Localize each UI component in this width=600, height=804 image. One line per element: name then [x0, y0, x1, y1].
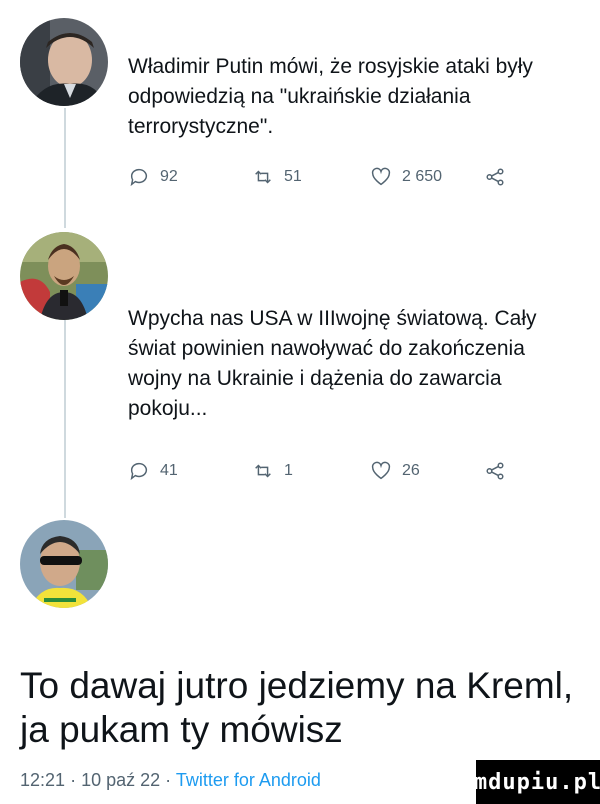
reply-text: To dawaj jutro jedziemy na Kreml, ja puk… [20, 665, 574, 750]
like-count: 2 650 [402, 168, 443, 185]
retweet-button[interactable]: 1 [252, 456, 293, 486]
retweet-icon [255, 464, 271, 478]
retweet-icon [255, 170, 271, 184]
heart-icon [371, 461, 391, 480]
tweet-meta: 12:21 · 10 paź 22 · Twitter for Android [20, 770, 321, 791]
like-button[interactable]: 26 [370, 456, 420, 486]
share-button[interactable] [484, 162, 506, 192]
tweet-text: Władimir Putin mówi, że rosyjskie ataki … [128, 55, 533, 138]
avatar[interactable] [20, 232, 108, 320]
heart-icon [371, 167, 391, 186]
tweet-actions: 92 51 2 650 [128, 162, 528, 192]
reply-icon [130, 168, 148, 187]
avatar[interactable] [20, 520, 108, 608]
tweet-time: 12:21 [20, 770, 66, 790]
reply-button[interactable]: 41 [128, 456, 178, 486]
thread-line [64, 108, 66, 228]
share-button[interactable] [484, 456, 506, 486]
share-icon [486, 168, 504, 186]
reply-icon [130, 462, 148, 481]
retweet-button[interactable]: 51 [252, 162, 302, 192]
share-icon [486, 462, 504, 480]
meta-separator: · [70, 770, 82, 790]
thread-line [64, 320, 66, 518]
like-count: 26 [402, 462, 420, 479]
like-button[interactable]: 2 650 [370, 162, 442, 192]
retweet-count: 1 [284, 462, 293, 479]
tweet-actions: 41 1 26 [128, 456, 528, 486]
watermark: mdupiu.pl [474, 760, 600, 804]
meta-separator: · [165, 770, 176, 790]
reply-count: 92 [160, 168, 178, 185]
avatar[interactable] [20, 18, 108, 106]
retweet-count: 51 [284, 168, 302, 185]
tweet-source-link[interactable]: Twitter for Android [176, 770, 321, 790]
tweet-date: 10 paź 22 [81, 770, 161, 790]
reply-count: 41 [160, 462, 178, 479]
reply-button[interactable]: 92 [128, 162, 178, 192]
tweet-text: Wpycha nas USA w IIIwojnę światową. Cały… [128, 307, 537, 420]
